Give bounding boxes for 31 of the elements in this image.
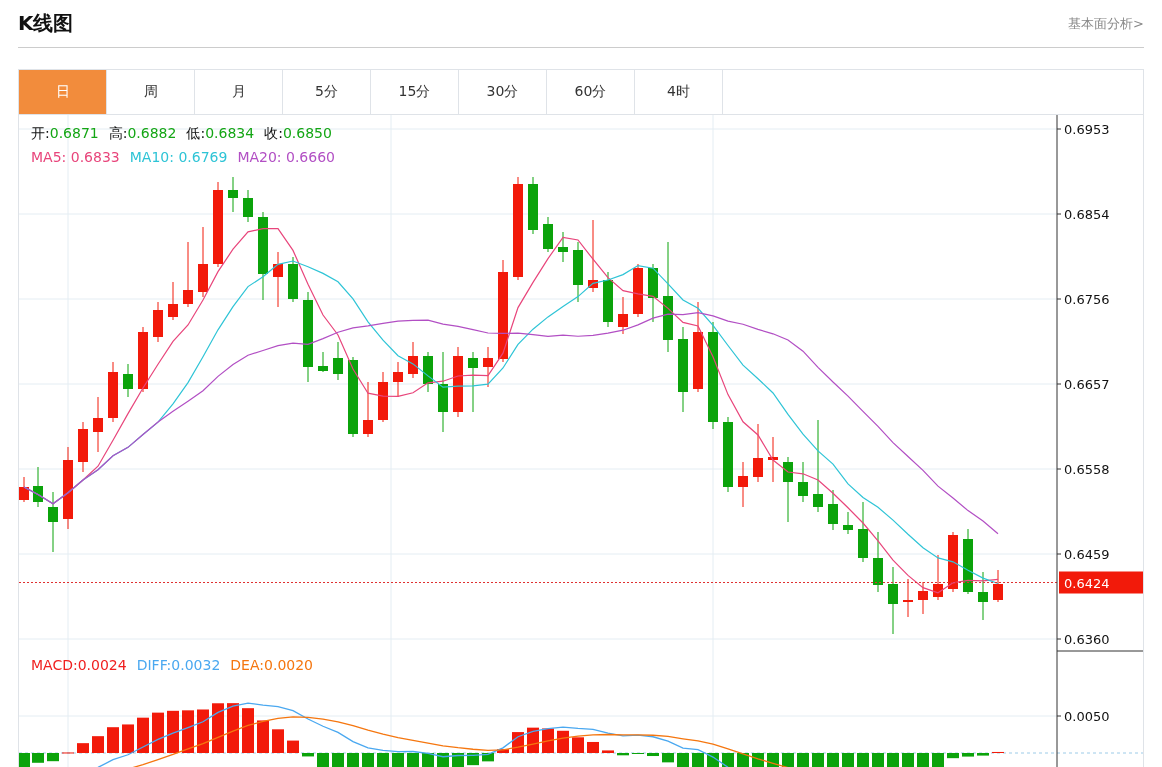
ohlc-value: 0.6882 [127, 125, 177, 141]
macd-label: DEA: [230, 657, 265, 673]
ohlc-label: 低: [186, 125, 206, 141]
ohlc-value: 0.6834 [205, 125, 255, 141]
macd-value: 0.0020 [264, 657, 314, 673]
price-axis-label: 0.6459 [1064, 547, 1110, 562]
price-axis-label: 0.6657 [1064, 377, 1110, 392]
ma-value: 0.6660 [286, 149, 335, 165]
ma-label: MA10: [129, 149, 174, 165]
price-axis-label: 0.6953 [1064, 122, 1110, 137]
ma-label: MA5: [31, 149, 67, 165]
price-axis-label: 0.6854 [1064, 207, 1110, 222]
price-axis-label: 0.6360 [1064, 632, 1110, 647]
macd-value: 0.0032 [171, 657, 221, 673]
ma-label: MA20: [237, 149, 282, 165]
macd-label: DIFF: [136, 657, 172, 673]
ohlc-label: 开: [31, 125, 50, 141]
fundamental-analysis-link[interactable]: 基本面分析> [1068, 14, 1144, 33]
macd-label: MACD: [31, 657, 78, 673]
ma-value: 0.6769 [178, 149, 228, 165]
ohlc-value: 0.6850 [282, 125, 332, 141]
ohlc-value: 0.6871 [49, 125, 99, 141]
ohlc-label: 收: [264, 125, 283, 141]
page-title: K线图 [18, 10, 74, 37]
ma-value: 0.6833 [70, 149, 120, 165]
macd-axis-label: 0.0050 [1064, 709, 1110, 724]
ohlc-label: 高: [108, 125, 128, 141]
price-axis-label: 0.6558 [1064, 462, 1110, 477]
macd-value: 0.0024 [77, 657, 127, 673]
current-price-label: 0.6424 [1064, 575, 1110, 591]
price-axis-label: 0.6756 [1064, 292, 1110, 307]
